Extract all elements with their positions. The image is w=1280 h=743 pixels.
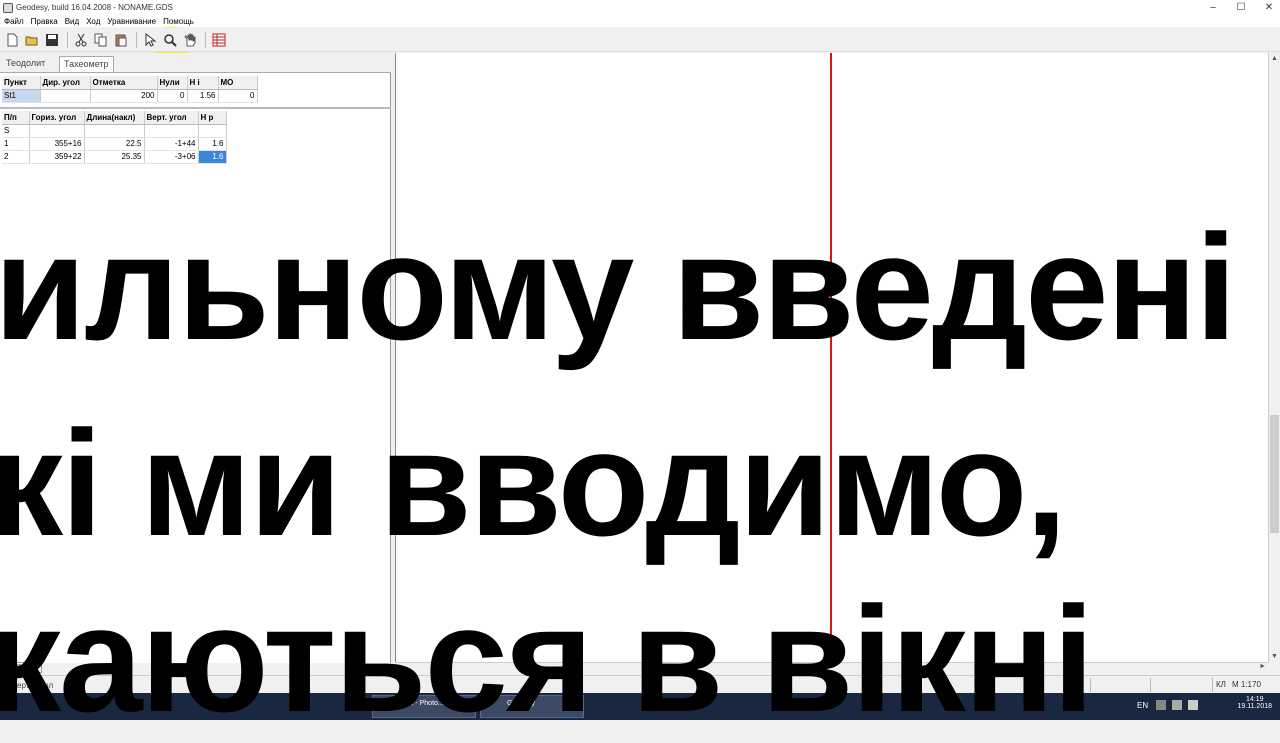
table-cell[interactable]: St1 <box>2 89 41 103</box>
language-indicator[interactable]: EN <box>1137 701 1148 710</box>
table-cell-selected[interactable]: 1.6 <box>198 150 227 164</box>
clock-date: 19.11.2018 <box>1237 703 1272 710</box>
table-cell[interactable]: 1.56 <box>187 89 219 103</box>
panel-splitter[interactable] <box>0 107 391 109</box>
table-cell[interactable]: 22.5 <box>84 137 145 151</box>
station-table: Пункт Дир. угол Отметка Нули H i МО St1 … <box>2 76 258 103</box>
column-header: Нули <box>157 76 188 90</box>
save-icon[interactable] <box>43 31 61 49</box>
title-bar: Geodesy, build 16.04.2008 - NONAME.GDS –… <box>0 0 1280 15</box>
open-folder-icon[interactable] <box>23 31 41 49</box>
column-header: Гориз. угол <box>29 111 85 125</box>
toolbar <box>0 28 1280 52</box>
vertical-scrollbar[interactable]: ▲ ▼ <box>1268 53 1280 662</box>
observations-table: П/п Гориз. угол Длина(накл) Верт. угол H… <box>2 111 227 164</box>
table-cell[interactable] <box>40 89 91 103</box>
maximize-button[interactable]: ☐ <box>1234 2 1248 13</box>
table-header-row: Пункт Дир. угол Отметка Нули H i МО <box>2 76 258 90</box>
column-header: МО <box>218 76 258 90</box>
pointer-icon[interactable] <box>141 31 159 49</box>
menu-traverse[interactable]: Ход <box>86 17 100 26</box>
table-row[interactable]: St1 200 0 1.56 0 <box>2 89 258 103</box>
table-cell[interactable]: 200 <box>90 89 158 103</box>
column-header: H p <box>198 111 227 125</box>
table-cell[interactable]: 25.35 <box>84 150 145 164</box>
scrollbar-thumb[interactable] <box>1270 415 1279 533</box>
table-row[interactable]: 2 359+22 25.35 -3+06 1.6 <box>2 150 227 164</box>
status-scale: М 1:170 <box>1232 680 1261 689</box>
menu-file[interactable]: Файл <box>4 17 24 26</box>
table-cell[interactable] <box>198 124 227 138</box>
toolbar-separator <box>67 31 68 48</box>
table-cell[interactable]: 1.6 <box>198 137 227 151</box>
column-header: Дир. угол <box>40 76 91 90</box>
caption-line-2: кі ми вводимо, <box>0 399 1067 567</box>
toolbar-separator <box>205 31 206 48</box>
table-header-row: П/п Гориз. угол Длина(накл) Верт. угол H… <box>2 111 227 125</box>
column-header: H i <box>187 76 219 90</box>
menu-view[interactable]: Вид <box>65 17 79 26</box>
scroll-right-icon[interactable]: ► <box>1259 663 1266 670</box>
hand-icon[interactable] <box>181 31 199 49</box>
table-cell[interactable] <box>29 124 85 138</box>
table-cell[interactable]: 0 <box>218 89 258 103</box>
table-cell[interactable]: S <box>2 124 30 138</box>
table-cell[interactable]: 355+16 <box>29 137 85 151</box>
menu-edit[interactable]: Правка <box>31 17 58 26</box>
tab-theodolite[interactable]: Теодолит <box>2 56 49 72</box>
menu-bar: Файл Правка Вид Ход Уравнивание Помощь <box>0 15 1280 27</box>
scroll-up-icon[interactable]: ▲ <box>1271 55 1278 62</box>
zoom-icon[interactable] <box>161 31 179 49</box>
app-icon <box>3 2 13 13</box>
caption-line-3: каються в вікні <box>0 575 1094 743</box>
clock[interactable]: 14:19 19.11.2018 <box>1237 696 1272 710</box>
status-divider <box>1150 678 1151 692</box>
tab-tacheometer[interactable]: Тахеометр <box>59 56 114 72</box>
tray-icons <box>1156 700 1198 710</box>
table-cell[interactable] <box>84 124 145 138</box>
close-button[interactable]: ✕ <box>1262 2 1276 13</box>
caption-line-1: ильному введені <box>0 203 1237 371</box>
table-cell[interactable]: -3+06 <box>144 150 199 164</box>
scroll-down-icon[interactable]: ▼ <box>1271 653 1278 660</box>
column-header: Верт. угол <box>144 111 199 125</box>
table-cell[interactable]: -1+44 <box>144 137 199 151</box>
table-row[interactable]: S <box>2 124 227 138</box>
cut-icon[interactable] <box>72 31 90 49</box>
paste-icon[interactable] <box>112 31 130 49</box>
column-header: Длина(накл) <box>84 111 145 125</box>
table-icon[interactable] <box>210 31 228 49</box>
table-cell[interactable]: 359+22 <box>29 150 85 164</box>
network-icon[interactable] <box>1156 700 1166 710</box>
copy-icon[interactable] <box>92 31 110 49</box>
table-row[interactable]: 1 355+16 22.5 -1+44 1.6 <box>2 137 227 151</box>
new-file-icon[interactable] <box>3 31 21 49</box>
menu-adjustment[interactable]: Уравнивание <box>107 17 156 26</box>
menu-help[interactable]: Помощь <box>163 17 194 26</box>
toolbar-separator <box>136 31 137 48</box>
instrument-tabs: Теодолит Тахеометр <box>0 53 391 73</box>
flag-icon[interactable] <box>1172 700 1182 710</box>
status-divider <box>1212 678 1213 692</box>
column-header: Пункт <box>2 76 41 90</box>
minimize-button[interactable]: – <box>1206 2 1220 13</box>
table-cell[interactable]: 2 <box>2 150 30 164</box>
status-mode: КЛ <box>1216 680 1226 689</box>
column-header: Отметка <box>90 76 158 90</box>
table-cell[interactable]: 0 <box>157 89 188 103</box>
table-cell[interactable] <box>144 124 199 138</box>
clock-time: 14:19 <box>1245 696 1264 703</box>
column-header: П/п <box>2 111 30 125</box>
window-title: Geodesy, build 16.04.2008 - NONAME.GDS <box>16 3 173 12</box>
volume-icon[interactable] <box>1188 700 1198 710</box>
table-cell[interactable]: 1 <box>2 137 30 151</box>
